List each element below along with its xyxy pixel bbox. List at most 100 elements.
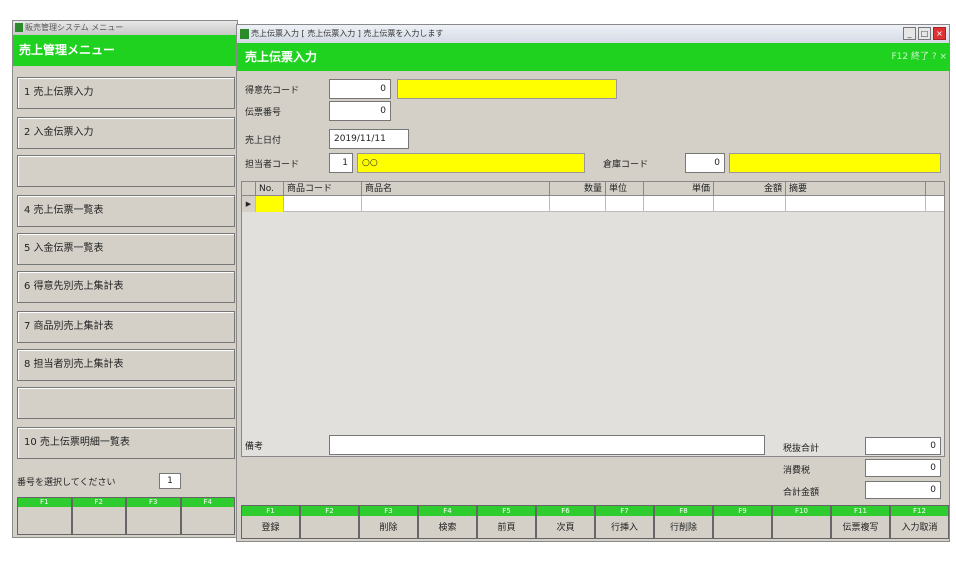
fkey-1-key: F1 — [242, 506, 299, 516]
fkey-7-caption: 行挿入 — [610, 523, 638, 533]
tax-value: 0 — [865, 459, 941, 477]
row-amount-cell[interactable] — [714, 196, 786, 212]
total-value: 0 — [865, 481, 941, 499]
row-note-cell[interactable] — [786, 196, 926, 212]
staff-name-field: ○○ — [357, 153, 585, 173]
grid-col-item-name: 商品名 — [362, 182, 550, 196]
fkey-5-caption: 前頁 — [497, 523, 516, 533]
customer-name-field — [397, 79, 617, 99]
menu-fkey-3[interactable]: F3 — [126, 497, 181, 535]
remarks-input[interactable] — [329, 435, 765, 455]
menu-item-6[interactable]: 6 得意先別売上集計表 — [17, 271, 235, 303]
fkey-11-key: F11 — [832, 506, 889, 516]
entry-titlebar-text: 売上伝票入力 [ 売上伝票入力 ] 売上伝票を入力します — [251, 29, 444, 38]
entry-window: 売上伝票入力 [ 売上伝票入力 ] 売上伝票を入力します _ □ × 売上伝票入… — [236, 24, 950, 542]
menu-item-8[interactable]: 8 担当者別売上集計表 — [17, 349, 235, 381]
row-selector-icon[interactable]: ▶ — [242, 196, 256, 212]
fkey-12-caption: 入力取消 — [901, 523, 938, 533]
menu-titlebar: 販売管理システム メニュー — [13, 21, 237, 35]
fkey-5-button[interactable]: F5 前頁 — [477, 505, 536, 539]
fkey-10-key: F10 — [773, 506, 830, 516]
menu-titlebar-text: 販売管理システム メニュー — [25, 23, 124, 32]
close-button[interactable]: × — [933, 27, 946, 40]
menu-fkey-3-label: F3 — [127, 498, 180, 507]
staff-code-input[interactable]: 1 — [329, 153, 353, 173]
row-item-code-cell[interactable] — [284, 196, 362, 212]
grid-col-amount: 金額 — [714, 182, 786, 196]
grid-col-unit: 単位 — [606, 182, 644, 196]
fkey-6-caption: 次頁 — [556, 523, 575, 533]
detail-grid[interactable]: No. 商品コード 商品名 数量 単位 単価 金額 摘要 ▶ — [241, 181, 945, 457]
fkey-3-button[interactable]: F3 削除 — [359, 505, 418, 539]
menu-item-3[interactable] — [17, 155, 235, 187]
fkey-9-button[interactable]: F9 — [713, 505, 772, 539]
subtotal-value: 0 — [865, 437, 941, 455]
app-icon — [15, 23, 23, 32]
subtotal-label: 税抜合計 — [783, 444, 820, 454]
warehouse-code-input[interactable]: 0 — [685, 153, 725, 173]
fkey-3-caption: 削除 — [379, 523, 398, 533]
fkey-6-key: F6 — [537, 506, 594, 516]
row-item-name-cell[interactable] — [362, 196, 550, 212]
fkey-7-button[interactable]: F7 行挿入 — [595, 505, 654, 539]
fkey-9-key: F9 — [714, 506, 771, 516]
fkey-7-key: F7 — [596, 506, 653, 516]
customer-code-input[interactable]: 0 — [329, 79, 391, 99]
menu-header: 売上管理メニュー — [13, 35, 237, 66]
menu-fkey-4-label: F4 — [181, 498, 234, 507]
menu-number-input[interactable]: 1 — [159, 473, 181, 489]
row-no-cell[interactable] — [256, 196, 284, 212]
fkey-6-button[interactable]: F6 次頁 — [536, 505, 595, 539]
menu-fkey-2[interactable]: F2 — [71, 497, 126, 535]
fkey-4-button[interactable]: F4 検索 — [418, 505, 477, 539]
fkey-11-button[interactable]: F11 伝票複写 — [831, 505, 890, 539]
menu-item-10[interactable]: 10 売上伝票明細一覧表 — [17, 427, 235, 459]
menu-item-4[interactable]: 4 売上伝票一覧表 — [17, 195, 235, 227]
slip-number-input[interactable]: 0 — [329, 101, 391, 121]
grid-col-no: No. — [256, 182, 284, 196]
fkey-1-button[interactable]: F1 登録 — [241, 505, 300, 539]
menu-item-7[interactable]: 7 商品別売上集計表 — [17, 311, 235, 343]
row-price-cell[interactable] — [644, 196, 714, 212]
menu-item-2[interactable]: 2 入金伝票入力 — [17, 117, 235, 149]
entry-header-title: 売上伝票入力 — [245, 50, 318, 64]
entry-header-actions[interactable]: F12 終了 ? × — [797, 43, 947, 71]
fkey-8-caption: 行削除 — [669, 523, 697, 533]
fkey-4-caption: 検索 — [438, 523, 457, 533]
menu-prompt: 番号を選択してください — [17, 478, 116, 488]
fkey-8-button[interactable]: F8 行削除 — [654, 505, 713, 539]
staff-code-label: 担当者コード — [245, 160, 300, 170]
grid-col-price: 単価 — [644, 182, 714, 196]
menu-fkey-2-label: F2 — [72, 498, 125, 507]
fkey-8-key: F8 — [655, 506, 712, 516]
fkey-2-key: F2 — [301, 506, 358, 516]
fkey-2-button[interactable]: F2 — [300, 505, 359, 539]
grid-col-qty: 数量 — [550, 182, 606, 196]
grid-col-note: 摘要 — [786, 182, 926, 196]
menu-fkey-1[interactable]: F1 — [17, 497, 72, 535]
customer-code-label: 得意先コード — [245, 86, 300, 96]
menu-window: 販売管理システム メニュー 売上管理メニュー 1 売上伝票入力 2 入金伝票入力… — [12, 20, 238, 538]
menu-fkey-4[interactable]: F4 — [180, 497, 235, 535]
menu-item-1[interactable]: 1 売上伝票入力 — [17, 77, 235, 109]
row-unit-cell[interactable] — [606, 196, 644, 212]
menu-function-keys: F1 F2 F3 F4 — [17, 497, 235, 535]
menu-item-5[interactable]: 5 入金伝票一覧表 — [17, 233, 235, 265]
function-key-bar: F1 登録 F2 F3 削除 F4 検索 F5 前頁 F6 次頁 F7 行挿入 F8 行削除 … — [241, 505, 949, 539]
grid-col-item-code: 商品コード — [284, 182, 362, 196]
fkey-12-button[interactable]: F12 入力取消 — [890, 505, 949, 539]
total-label: 合計金額 — [783, 488, 820, 498]
table-row[interactable]: ▶ — [242, 196, 944, 212]
grid-corner — [242, 182, 256, 196]
row-qty-cell[interactable] — [550, 196, 606, 212]
minimize-button[interactable]: _ — [903, 27, 916, 40]
maximize-button[interactable]: □ — [918, 27, 931, 40]
menu-item-9[interactable] — [17, 387, 235, 419]
entry-titlebar: 売上伝票入力 [ 売上伝票入力 ] 売上伝票を入力します _ □ × — [237, 25, 949, 43]
grid-header: No. 商品コード 商品名 数量 単位 単価 金額 摘要 — [242, 182, 944, 196]
tax-label: 消費税 — [783, 466, 811, 476]
sales-date-input[interactable]: 2019/11/11 — [329, 129, 409, 149]
fkey-10-button[interactable]: F10 — [772, 505, 831, 539]
sales-date-label: 売上日付 — [245, 136, 282, 146]
menu-fkey-1-label: F1 — [18, 498, 71, 507]
